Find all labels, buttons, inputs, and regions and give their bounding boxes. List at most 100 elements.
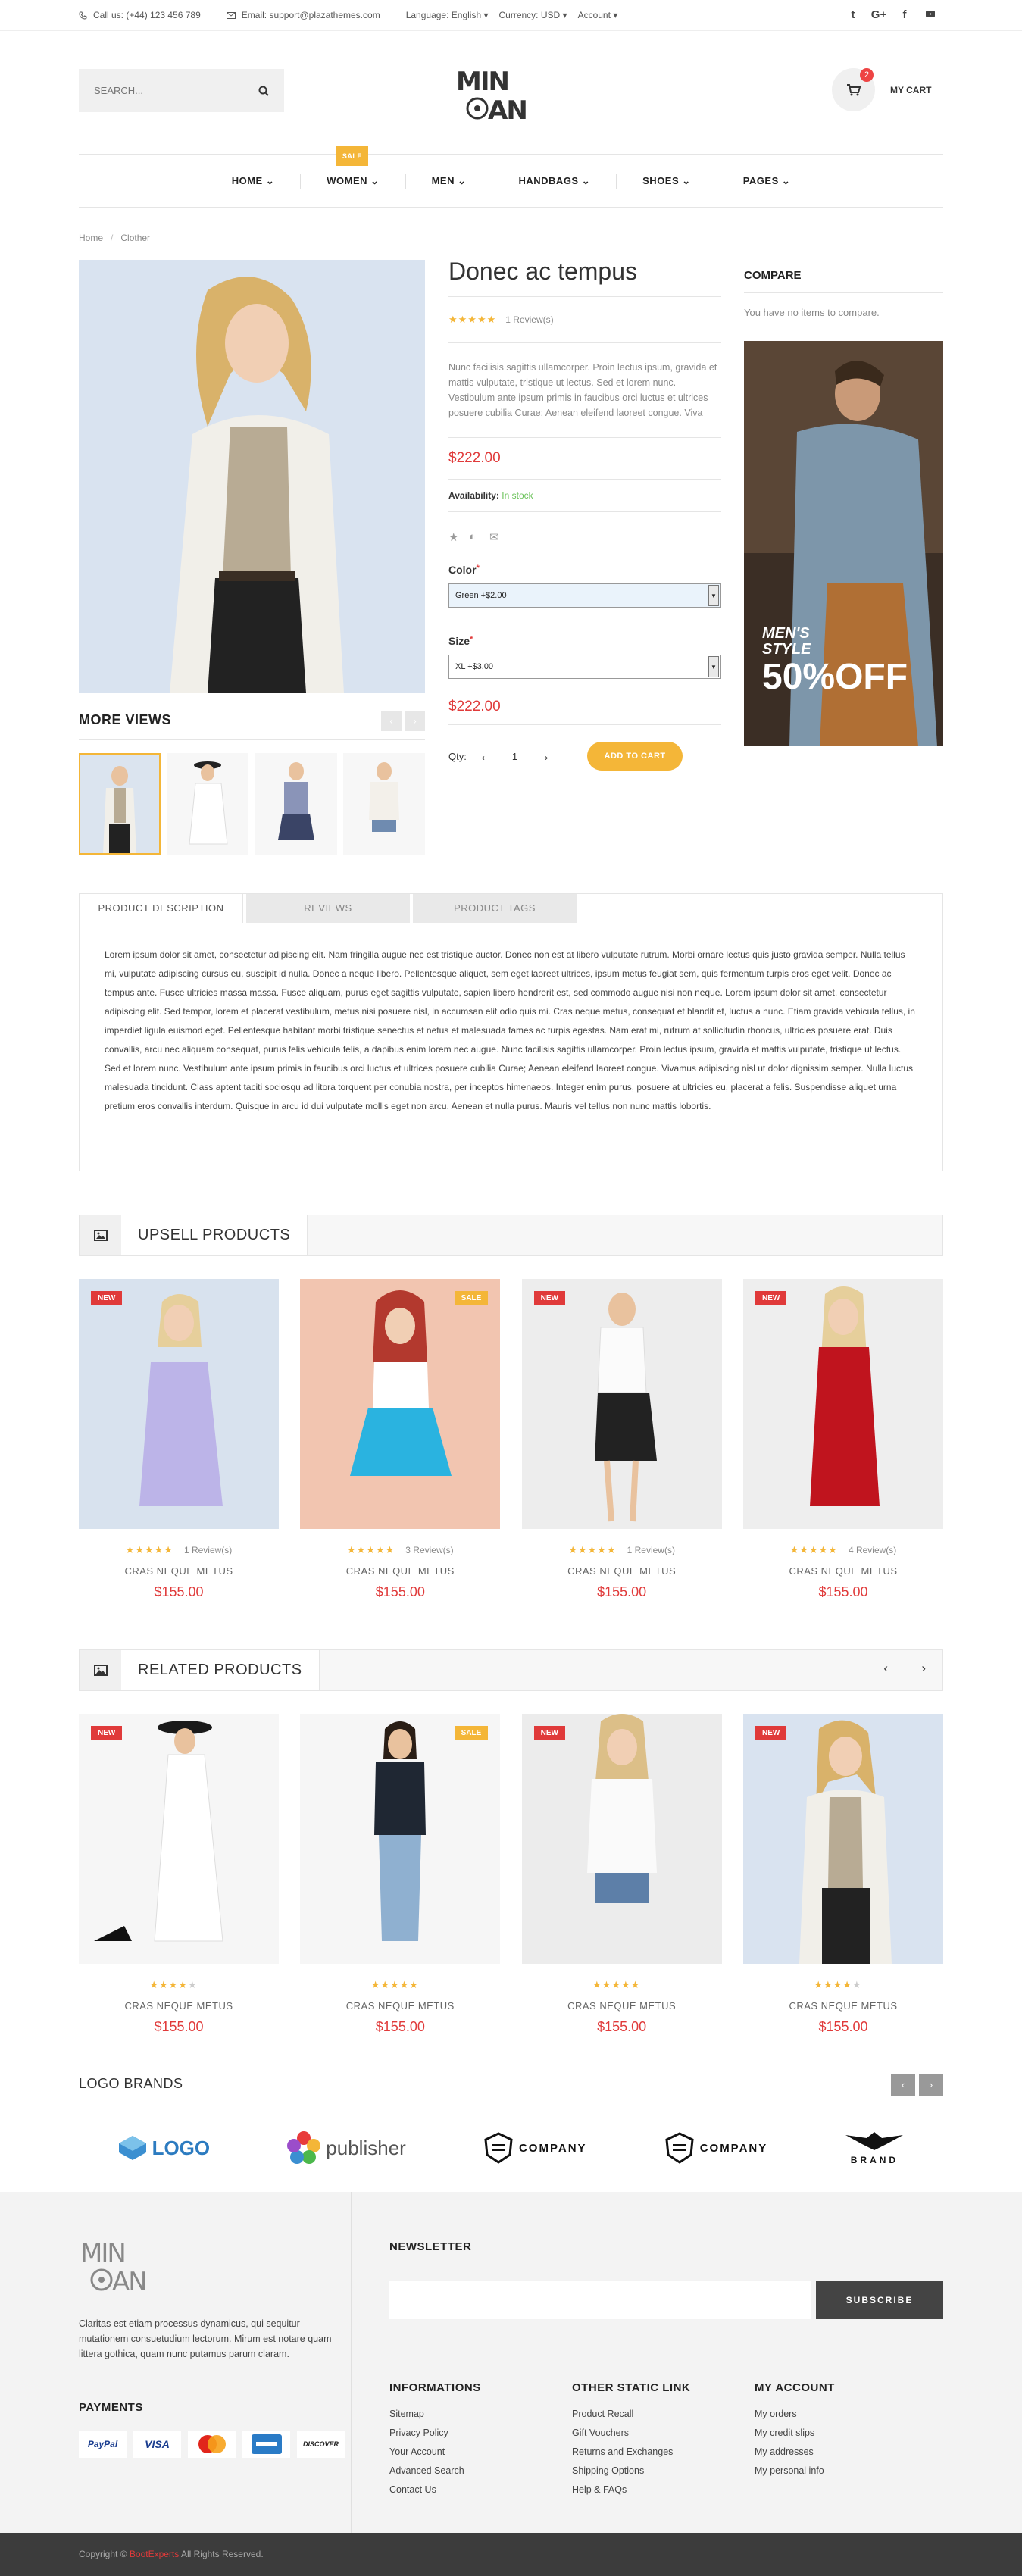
product-name[interactable]: CRAS NEQUE METUS: [300, 2000, 500, 2012]
thumbnail[interactable]: [79, 753, 161, 855]
availability: Availability: In stock: [448, 480, 721, 512]
footer-link[interactable]: Your Account: [389, 2443, 564, 2462]
footer-logo[interactable]: MIN AN: [79, 2236, 192, 2296]
add-to-cart-button[interactable]: ADD TO CART: [587, 742, 683, 771]
thumbnail[interactable]: [255, 753, 337, 855]
footer-link[interactable]: My orders: [755, 2405, 929, 2424]
nav-item-home[interactable]: HOME ⌄: [206, 173, 302, 189]
brand-logo[interactable]: publisher: [286, 2131, 406, 2165]
footer-link[interactable]: Returns and Exchanges: [572, 2443, 746, 2462]
nav-item-handbags[interactable]: HANDBAGS ⌄: [492, 173, 617, 189]
prev-arrow-icon[interactable]: ‹: [891, 2074, 915, 2096]
nav-item-pages[interactable]: PAGES ⌄: [717, 174, 817, 189]
search-icon[interactable]: [258, 86, 269, 96]
footer-link[interactable]: Contact Us: [389, 2481, 564, 2499]
product-name[interactable]: CRAS NEQUE METUS: [79, 2000, 279, 2012]
account-menu[interactable]: Account ▾: [578, 10, 618, 20]
currency-selector[interactable]: Currency: USD ▾: [499, 10, 567, 20]
footer-link[interactable]: My personal info: [755, 2462, 929, 2481]
review-count[interactable]: 1 Review(s): [505, 314, 553, 325]
email-text[interactable]: Email: support@plazathemes.com: [242, 10, 380, 20]
product-image[interactable]: NEW: [742, 1279, 943, 1529]
product-name[interactable]: CRAS NEQUE METUS: [79, 1565, 279, 1577]
nav-item-shoes[interactable]: SHOES ⌄: [617, 173, 717, 189]
next-arrow-icon[interactable]: ›: [919, 2074, 943, 2096]
divider: [0, 30, 1022, 31]
color-select[interactable]: Green +$2.00 ▼: [448, 583, 721, 608]
social-links: t G+ f: [840, 8, 943, 22]
search-input[interactable]: [94, 85, 258, 96]
product-card[interactable]: NEW ★★★★★ CRAS NEQUE METUS $155.00: [742, 1714, 943, 2035]
product-image[interactable]: NEW: [742, 1714, 943, 1964]
brand-logo[interactable]: BRAND: [844, 2131, 905, 2165]
product-card[interactable]: NEW ★★★★★ 1 Review(s) CRAS NEQUE METUS $1…: [521, 1279, 722, 1600]
product-name[interactable]: CRAS NEQUE METUS: [743, 2000, 943, 2012]
youtube-icon[interactable]: [917, 8, 943, 22]
product-image[interactable]: SALE: [300, 1714, 501, 1964]
footer-link[interactable]: My addresses: [755, 2443, 929, 2462]
product-name[interactable]: CRAS NEQUE METUS: [300, 1565, 500, 1577]
product-image[interactable]: NEW: [521, 1714, 722, 1964]
copyright-brand-link[interactable]: BootExperts: [130, 2549, 179, 2559]
product-card[interactable]: NEW ★★★★★ CRAS NEQUE METUS $155.00: [79, 1714, 279, 2035]
facebook-icon[interactable]: f: [892, 8, 917, 22]
copyright-suffix: All Rights Reserved.: [180, 2549, 264, 2559]
prev-arrow-icon[interactable]: ‹: [883, 1661, 888, 1676]
next-arrow-icon[interactable]: ›: [921, 1661, 926, 1676]
footer-link[interactable]: Shipping Options: [572, 2462, 746, 2481]
prev-arrow-icon[interactable]: ‹: [381, 711, 402, 731]
footer-link[interactable]: Gift Vouchers: [572, 2424, 746, 2443]
product-image[interactable]: NEW: [79, 1714, 279, 1964]
brand-logo[interactable]: COMPANY: [483, 2132, 587, 2164]
language-selector[interactable]: Language: English ▾: [406, 10, 489, 20]
cart-button[interactable]: 2: [832, 68, 875, 111]
product-main-image[interactable]: [79, 260, 425, 693]
product-name[interactable]: CRAS NEQUE METUS: [522, 1565, 722, 1577]
twitter-icon[interactable]: t: [840, 8, 866, 22]
tab-reviews[interactable]: REVIEWS: [246, 894, 410, 923]
promo-banner[interactable]: MEN'S STYLE 50%OFF: [744, 341, 943, 746]
footer-link[interactable]: Advanced Search: [389, 2462, 564, 2481]
nav-item-men[interactable]: MEN ⌄: [406, 173, 493, 189]
product-card[interactable]: SALE ★★★★★ 3 Review(s) CRAS NEQUE METUS $…: [300, 1279, 501, 1600]
newsletter-email-input[interactable]: [389, 2281, 811, 2319]
tab-description[interactable]: PRODUCT DESCRIPTION: [80, 894, 243, 923]
product-card[interactable]: NEW ★★★★★ 4 Review(s) CRAS NEQUE METUS $1…: [742, 1279, 943, 1600]
tab-tags[interactable]: PRODUCT TAGS: [413, 894, 577, 923]
cart-label[interactable]: MY CART: [890, 85, 931, 95]
thumbnail[interactable]: [342, 753, 425, 855]
product-card[interactable]: NEW ★★★★★ CRAS NEQUE METUS $155.00: [521, 1714, 722, 2035]
product-card[interactable]: NEW ★★★★★ 1 Review(s) CRAS NEQUE METUS $1…: [79, 1279, 279, 1600]
product-name[interactable]: CRAS NEQUE METUS: [522, 2000, 722, 2012]
footer-link[interactable]: Product Recall: [572, 2405, 746, 2424]
product-image[interactable]: NEW: [79, 1279, 279, 1529]
qty-decrease-icon[interactable]: ←: [479, 748, 494, 765]
product-card[interactable]: SALE ★★★★★ CRAS NEQUE METUS $155.00: [300, 1714, 501, 2035]
product-image[interactable]: NEW: [521, 1279, 722, 1529]
qty-value[interactable]: 1: [512, 751, 517, 762]
breadcrumb-home[interactable]: Home: [79, 233, 103, 243]
footer-link[interactable]: Sitemap: [389, 2405, 564, 2424]
mini-cart[interactable]: 2 MY CART: [832, 68, 931, 111]
qty-increase-icon[interactable]: →: [536, 748, 551, 765]
footer-link[interactable]: Privacy Policy: [389, 2424, 564, 2443]
next-arrow-icon[interactable]: ›: [405, 711, 425, 731]
compare-icon[interactable]: ◐: [469, 530, 489, 544]
product-name[interactable]: CRAS NEQUE METUS: [743, 1565, 943, 1577]
subscribe-button[interactable]: SUBSCRIBE: [816, 2281, 943, 2319]
size-select[interactable]: XL +$3.00 ▼: [448, 655, 721, 679]
site-logo[interactable]: MIN AN: [455, 64, 568, 125]
thumbnail[interactable]: [167, 753, 249, 855]
product-image[interactable]: SALE: [300, 1279, 501, 1529]
footer-link[interactable]: Help & FAQs: [572, 2481, 746, 2499]
google-plus-icon[interactable]: G+: [866, 8, 892, 22]
rating-stars: ★★★★★: [789, 1544, 838, 1555]
brand-logo[interactable]: LOGO: [117, 2134, 210, 2162]
nav-item-women[interactable]: SALE WOMEN ⌄: [301, 145, 406, 189]
footer-link[interactable]: My credit slips: [755, 2424, 929, 2443]
color-value: Green +$2.00: [455, 591, 507, 600]
wishlist-star-icon[interactable]: ★: [448, 530, 469, 544]
brand-logo[interactable]: COMPANY: [664, 2132, 768, 2164]
email-friend-icon[interactable]: ✉: [489, 530, 510, 544]
nav-label: HOME: [231, 174, 263, 186]
